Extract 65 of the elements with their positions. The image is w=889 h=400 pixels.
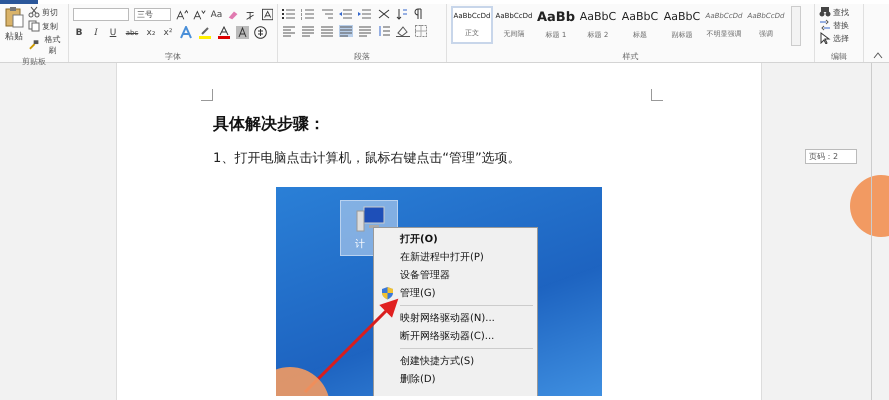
format-button[interactable]: U	[107, 28, 119, 38]
page-number-label: 页码：2	[805, 149, 857, 164]
editing-button[interactable]: 选择	[819, 32, 859, 44]
document-heading: 具体解决步骤：	[213, 114, 326, 135]
borders-icon[interactable]	[415, 25, 427, 37]
decrease-indent-icon[interactable]	[339, 8, 353, 20]
format-button[interactable]: x₂	[145, 28, 157, 38]
bullet-list-icon[interactable]	[282, 8, 296, 20]
text-effects-icon[interactable]	[179, 26, 193, 39]
grow-font-icon[interactable]	[176, 8, 188, 20]
editing-button[interactable]: 替换	[819, 19, 859, 31]
scissors-icon[interactable]	[28, 6, 40, 18]
font-color-icon[interactable]	[217, 26, 231, 39]
format-button[interactable]: B	[73, 28, 85, 38]
clipboard-button[interactable]: 格式刷	[28, 34, 64, 56]
change-case-button[interactable]: Aa	[210, 10, 222, 20]
align-center-icon[interactable]	[301, 25, 315, 37]
multilevel-list-icon[interactable]	[320, 8, 334, 20]
group-label: 剪贴板	[22, 56, 46, 67]
distributed-icon[interactable]	[358, 25, 372, 37]
menu-item[interactable]: 管理(G)	[374, 284, 537, 302]
shrink-font-icon[interactable]	[193, 8, 206, 20]
menu-item[interactable]: 删除(D)	[374, 370, 537, 388]
menu-item[interactable]: 创建快捷方式(S)	[374, 352, 537, 370]
font-name-field[interactable]	[73, 8, 130, 21]
gallery-scrollbar[interactable]	[791, 6, 801, 46]
format-button[interactable]: I	[90, 28, 102, 38]
brush-icon[interactable]	[28, 39, 40, 51]
binoculars-icon[interactable]	[819, 6, 831, 18]
line-spacing-icon[interactable]	[377, 25, 391, 37]
character-border-icon[interactable]	[262, 8, 273, 21]
group-label: 段落	[354, 51, 370, 62]
margin-corner-icon	[201, 89, 213, 101]
paste-button[interactable]: 粘贴	[4, 6, 24, 56]
clipboard-button[interactable]: 复制	[28, 20, 64, 32]
replace-icon[interactable]	[819, 19, 831, 31]
collapse-ribbon-icon[interactable]	[873, 51, 883, 59]
format-button[interactable]: x²	[162, 28, 174, 38]
menu-item[interactable]: 断开网络驱动器(C)...	[374, 327, 537, 345]
pilcrow-icon[interactable]	[413, 8, 423, 20]
eraser-icon[interactable]	[227, 8, 240, 20]
font-size-field[interactable]: 三号	[134, 8, 172, 21]
align-left-icon[interactable]	[282, 25, 296, 37]
margin-corner-icon	[651, 89, 663, 101]
group-label: 字体	[165, 51, 181, 62]
justify-icon[interactable]	[339, 25, 353, 37]
clipboard-button[interactable]: 剪切	[28, 6, 64, 18]
shading-icon[interactable]	[396, 25, 410, 37]
menu-item[interactable]: 设备管理器	[374, 266, 537, 284]
clipboard-icon[interactable]	[4, 6, 24, 28]
highlighter-icon[interactable]	[198, 26, 212, 39]
character-shading-icon[interactable]	[236, 26, 249, 39]
align-right-icon[interactable]	[320, 25, 334, 37]
enclosed-character-icon[interactable]	[254, 26, 267, 39]
increase-indent-icon[interactable]	[358, 8, 372, 20]
document-paragraph: 1、打开电脑点击计算机，鼠标右键点击“管理”选项。	[213, 150, 522, 167]
editing-button[interactable]: 查找	[819, 6, 859, 18]
shield-icon[interactable]	[380, 286, 394, 300]
numbered-list-icon[interactable]	[301, 8, 315, 20]
sort-icon[interactable]	[396, 8, 408, 20]
group-label: 编辑	[831, 51, 847, 62]
cursor-icon[interactable]	[819, 32, 831, 44]
group-label: 样式	[622, 51, 638, 62]
copy-icon[interactable]	[28, 20, 40, 32]
menu-item[interactable]: 映射网络驱动器(N)...	[374, 309, 537, 327]
